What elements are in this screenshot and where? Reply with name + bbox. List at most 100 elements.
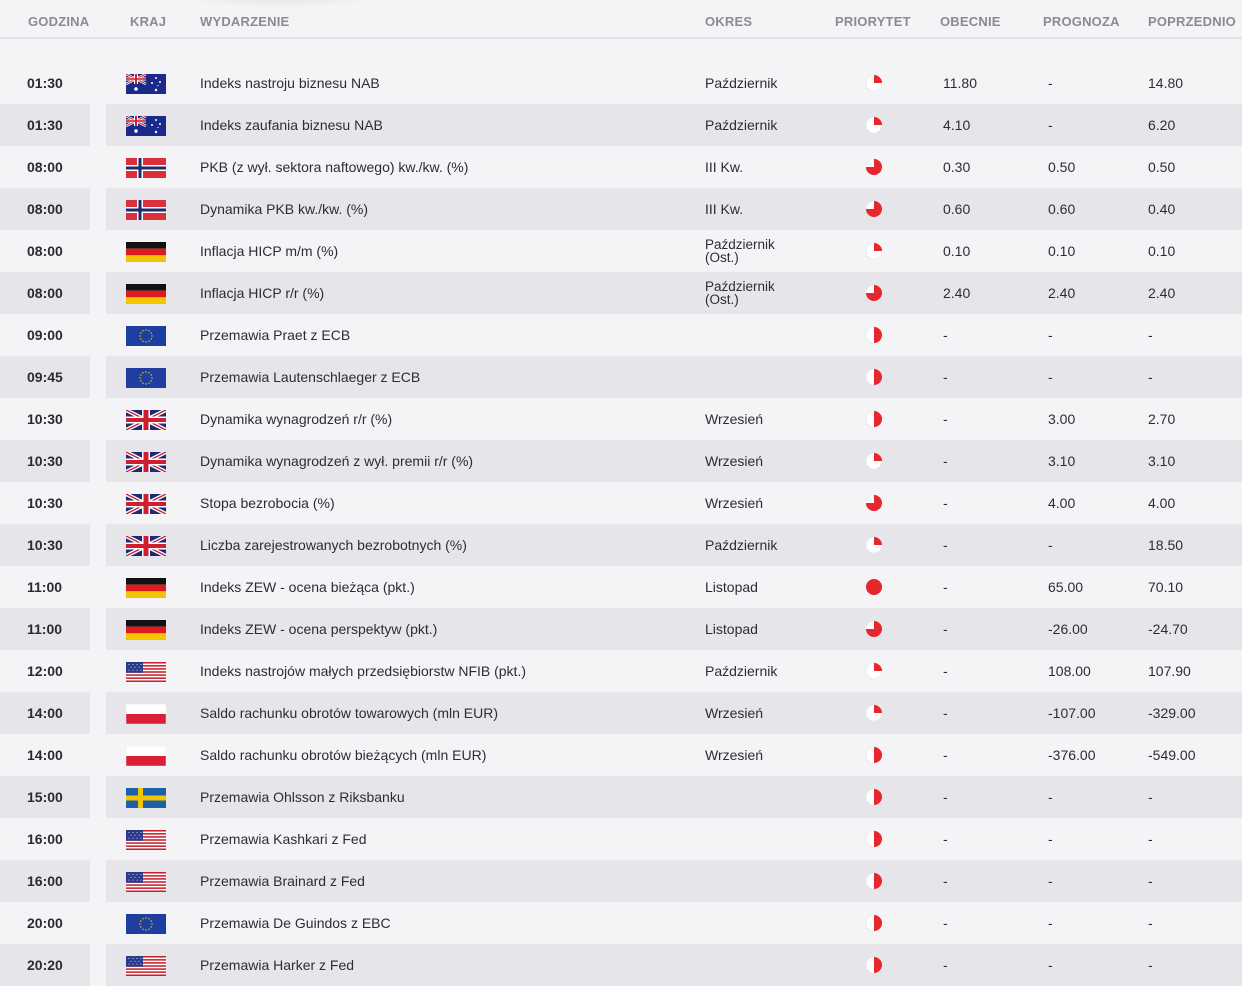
- event-current-value: 2.40: [943, 285, 971, 301]
- event-current-value: -: [943, 957, 948, 973]
- event-name[interactable]: Indeks nastroju biznesu NAB: [200, 76, 380, 90]
- event-forecast-value: 3.00: [1048, 411, 1076, 427]
- event-name[interactable]: Przemawia De Guindos z EBC: [200, 916, 391, 930]
- event-current-value: -: [943, 327, 948, 343]
- table-row[interactable]: 16:00 Przemawia Kashkari z Fed - - -: [0, 818, 1242, 860]
- event-forecast-value: -: [1048, 369, 1053, 385]
- event-name[interactable]: Indeks ZEW - ocena bieżąca (pkt.): [200, 580, 415, 594]
- event-name[interactable]: Przemawia Lautenschlaeger z ECB: [200, 370, 420, 384]
- australia-flag-icon: [126, 116, 166, 136]
- event-period-line-2: (Ost.): [705, 292, 739, 307]
- priority-medium-icon: [865, 746, 883, 764]
- column-header-period[interactable]: OKRES: [705, 14, 752, 29]
- event-previous-value: 3.10: [1148, 453, 1176, 469]
- event-name[interactable]: Indeks ZEW - ocena perspektyw (pkt.): [200, 622, 437, 636]
- event-forecast-value: 108.00: [1048, 663, 1091, 679]
- table-row[interactable]: 14:00 Saldo rachunku obrotów bieżących (m…: [0, 734, 1242, 776]
- event-previous-value: -24.70: [1148, 621, 1188, 637]
- table-row[interactable]: 08:00 PKB (z wył. sektora naftowego) kw./…: [0, 146, 1242, 188]
- australia-flag-icon: [126, 74, 166, 94]
- event-previous-value: 18.50: [1148, 537, 1184, 553]
- table-row[interactable]: 08:00 Dynamika PKB kw./kw. (%) III Kw. 0.60…: [0, 188, 1242, 230]
- event-name[interactable]: Stopa bezrobocia (%): [200, 496, 335, 510]
- table-row[interactable]: 01:30 Indeks nastroju biznesu NAB Paździer…: [0, 62, 1242, 104]
- column-header-current[interactable]: OBECNIE: [940, 14, 1001, 29]
- table-row[interactable]: 20:00 Przemawia De Guindos z EBC - - -: [0, 902, 1242, 944]
- column-header-previous[interactable]: POPRZEDNIO: [1148, 14, 1236, 29]
- germany-flag-icon: [126, 620, 166, 640]
- event-name[interactable]: Dynamika PKB kw./kw. (%): [200, 202, 368, 216]
- event-forecast-value: -26.00: [1048, 621, 1088, 637]
- table-row[interactable]: 01:30 Indeks zaufania biznesu NAB Paździer…: [0, 104, 1242, 146]
- event-current-value: -: [943, 789, 948, 805]
- table-row[interactable]: 12:00 Indeks nastrojów małych przedsiębio…: [0, 650, 1242, 692]
- event-name[interactable]: Liczba zarejestrowanych bezrobotnych (%): [200, 538, 467, 552]
- table-row[interactable]: 11:00 Indeks ZEW - ocena perspektyw (pkt.…: [0, 608, 1242, 650]
- column-header-forecast[interactable]: PROGNOZA: [1043, 14, 1120, 29]
- table-row[interactable]: 11:00 Indeks ZEW - ocena bieżąca (pkt.) Li…: [0, 566, 1242, 608]
- event-name[interactable]: Inflacja HICP m/m (%): [200, 244, 338, 258]
- event-time: 14:00: [27, 705, 63, 721]
- events-table-body: 01:30 Indeks nastroju biznesu NAB Paździer…: [0, 62, 1242, 986]
- column-header-priority[interactable]: PRIORYTET: [835, 14, 911, 29]
- table-row[interactable]: 08:00 Inflacja HICP r/r (%) Październik (Os…: [0, 272, 1242, 314]
- event-name[interactable]: Przemawia Kashkari z Fed: [200, 832, 367, 846]
- table-row[interactable]: 10:30 Dynamika wynagrodzeń z wył. premii …: [0, 440, 1242, 482]
- column-header-time[interactable]: GODZINA: [28, 14, 89, 29]
- event-current-value: -: [943, 369, 948, 385]
- event-previous-value: 0.10: [1148, 243, 1176, 259]
- table-row[interactable]: 16:00 Przemawia Brainard z Fed - - -: [0, 860, 1242, 902]
- event-previous-value: -: [1148, 957, 1153, 973]
- event-forecast-value: -: [1048, 831, 1053, 847]
- event-name[interactable]: Przemawia Harker z Fed: [200, 958, 354, 972]
- event-name[interactable]: Przemawia Praet z ECB: [200, 328, 350, 342]
- priority-low-icon: [865, 662, 883, 680]
- uk-flag-icon: [126, 536, 166, 556]
- column-header-country[interactable]: KRAJ: [130, 14, 166, 29]
- event-previous-value: 6.20: [1148, 117, 1176, 133]
- event-period: Wrzesień: [705, 747, 764, 763]
- event-previous-value: 0.50: [1148, 159, 1176, 175]
- event-previous-value: -: [1148, 915, 1153, 931]
- table-row[interactable]: 10:30 Liczba zarejestrowanych bezrobotnyc…: [0, 524, 1242, 566]
- table-row[interactable]: 14:00 Saldo rachunku obrotów towarowych (…: [0, 692, 1242, 734]
- event-name[interactable]: Inflacja HICP r/r (%): [200, 286, 324, 300]
- event-time: 01:30: [27, 75, 63, 91]
- event-name[interactable]: Saldo rachunku obrotów towarowych (mln E…: [200, 706, 498, 720]
- event-time: 14:00: [27, 747, 63, 763]
- norway-flag-icon: [126, 200, 166, 220]
- event-period: Wrzesień: [705, 495, 764, 511]
- event-time: 16:00: [27, 873, 63, 889]
- event-time: 12:00: [27, 663, 63, 679]
- uk-flag-icon: [126, 452, 166, 472]
- event-time: 11:00: [27, 579, 63, 595]
- priority-high-icon: [865, 620, 883, 638]
- event-name[interactable]: Dynamika wynagrodzeń r/r (%): [200, 412, 392, 426]
- event-current-value: -: [943, 579, 948, 595]
- eu-flag-icon: [126, 326, 166, 346]
- event-previous-value: -: [1148, 327, 1153, 343]
- table-row[interactable]: 20:20 Przemawia Harker z Fed - - -: [0, 944, 1242, 986]
- column-header-event[interactable]: WYDARZENIE: [200, 14, 289, 29]
- table-row[interactable]: 10:30 Dynamika wynagrodzeń r/r (%) Wrzesie…: [0, 398, 1242, 440]
- norway-flag-icon: [126, 158, 166, 178]
- event-previous-value: -: [1148, 789, 1153, 805]
- germany-flag-icon: [126, 578, 166, 598]
- event-name[interactable]: PKB (z wył. sektora naftowego) kw./kw. (…: [200, 160, 468, 174]
- event-name[interactable]: Saldo rachunku obrotów bieżących (mln EU…: [200, 748, 486, 762]
- table-row[interactable]: 09:45 Przemawia Lautenschlaeger z ECB - - -: [0, 356, 1242, 398]
- event-name[interactable]: Indeks nastrojów małych przedsiębiorstw …: [200, 664, 526, 678]
- event-name[interactable]: Indeks zaufania biznesu NAB: [200, 118, 383, 132]
- event-previous-value: 2.70: [1148, 411, 1176, 427]
- event-name[interactable]: Dynamika wynagrodzeń z wył. premii r/r (…: [200, 454, 473, 468]
- table-row[interactable]: 10:30 Stopa bezrobocia (%) Wrzesień - 4.00 4.…: [0, 482, 1242, 524]
- table-row[interactable]: 15:00 Przemawia Ohlsson z Riksbanku - - -: [0, 776, 1242, 818]
- event-name[interactable]: Przemawia Ohlsson z Riksbanku: [200, 790, 405, 804]
- event-time: 08:00: [27, 159, 63, 175]
- event-name[interactable]: Przemawia Brainard z Fed: [200, 874, 365, 888]
- event-period: Październik: [705, 663, 778, 679]
- event-period: Wrzesień: [705, 705, 764, 721]
- table-row[interactable]: 09:00 Przemawia Praet z ECB - - -: [0, 314, 1242, 356]
- event-forecast-value: 2.40: [1048, 285, 1076, 301]
- table-row[interactable]: 08:00 Inflacja HICP m/m (%) Październik (Os…: [0, 230, 1242, 272]
